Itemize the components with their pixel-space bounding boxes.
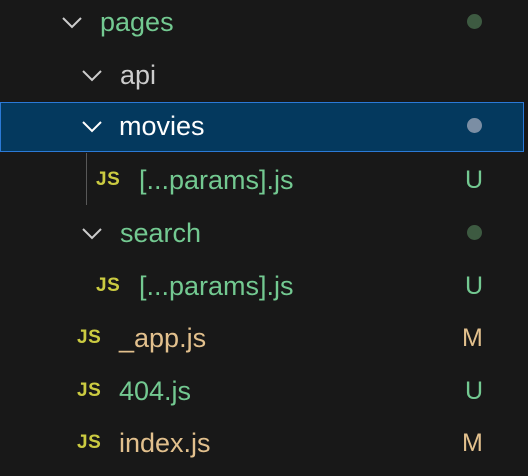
chevron-down-icon[interactable] bbox=[80, 221, 104, 245]
file-search-params[interactable]: JS [...params].js U bbox=[0, 261, 524, 311]
modified-badge: M bbox=[462, 324, 483, 352]
javascript-file-icon: JS bbox=[77, 327, 102, 348]
modified-dot-icon bbox=[467, 14, 482, 29]
file-label: 404.js bbox=[119, 376, 192, 406]
javascript-file-icon: JS bbox=[96, 275, 121, 296]
file-app[interactable]: JS _app.js M bbox=[0, 313, 524, 363]
modified-dot-icon bbox=[467, 225, 482, 240]
javascript-file-icon: JS bbox=[96, 169, 121, 190]
javascript-file-icon: JS bbox=[77, 432, 102, 453]
folder-label: api bbox=[120, 60, 157, 90]
file-explorer-tree: pages api movies JS [...params].js U sea… bbox=[0, 0, 528, 476]
chevron-down-icon[interactable] bbox=[80, 114, 104, 138]
untracked-badge: U bbox=[465, 377, 484, 405]
modified-badge: M bbox=[462, 429, 483, 457]
file-404[interactable]: JS 404.js U bbox=[0, 366, 524, 416]
javascript-file-icon: JS bbox=[77, 380, 102, 401]
file-label: [...params].js bbox=[139, 165, 294, 195]
folder-label: search bbox=[120, 218, 202, 248]
file-label: _app.js bbox=[119, 323, 207, 353]
folder-api[interactable]: api bbox=[0, 50, 524, 100]
file-index[interactable]: JS index.js M bbox=[0, 418, 524, 468]
chevron-down-icon[interactable] bbox=[60, 10, 84, 34]
file-label: index.js bbox=[119, 428, 211, 458]
chevron-down-icon[interactable] bbox=[80, 63, 104, 87]
folder-search[interactable]: search bbox=[0, 208, 524, 258]
untracked-badge: U bbox=[465, 272, 484, 300]
folder-label: pages bbox=[100, 7, 174, 37]
untracked-badge: U bbox=[465, 166, 484, 194]
folder-pages[interactable]: pages bbox=[0, 0, 524, 47]
modified-dot-icon bbox=[467, 118, 482, 133]
folder-label: movies bbox=[119, 111, 205, 141]
file-movies-params[interactable]: JS [...params].js U bbox=[0, 155, 524, 205]
file-label: [...params].js bbox=[139, 271, 294, 301]
folder-movies[interactable]: movies bbox=[0, 102, 524, 152]
